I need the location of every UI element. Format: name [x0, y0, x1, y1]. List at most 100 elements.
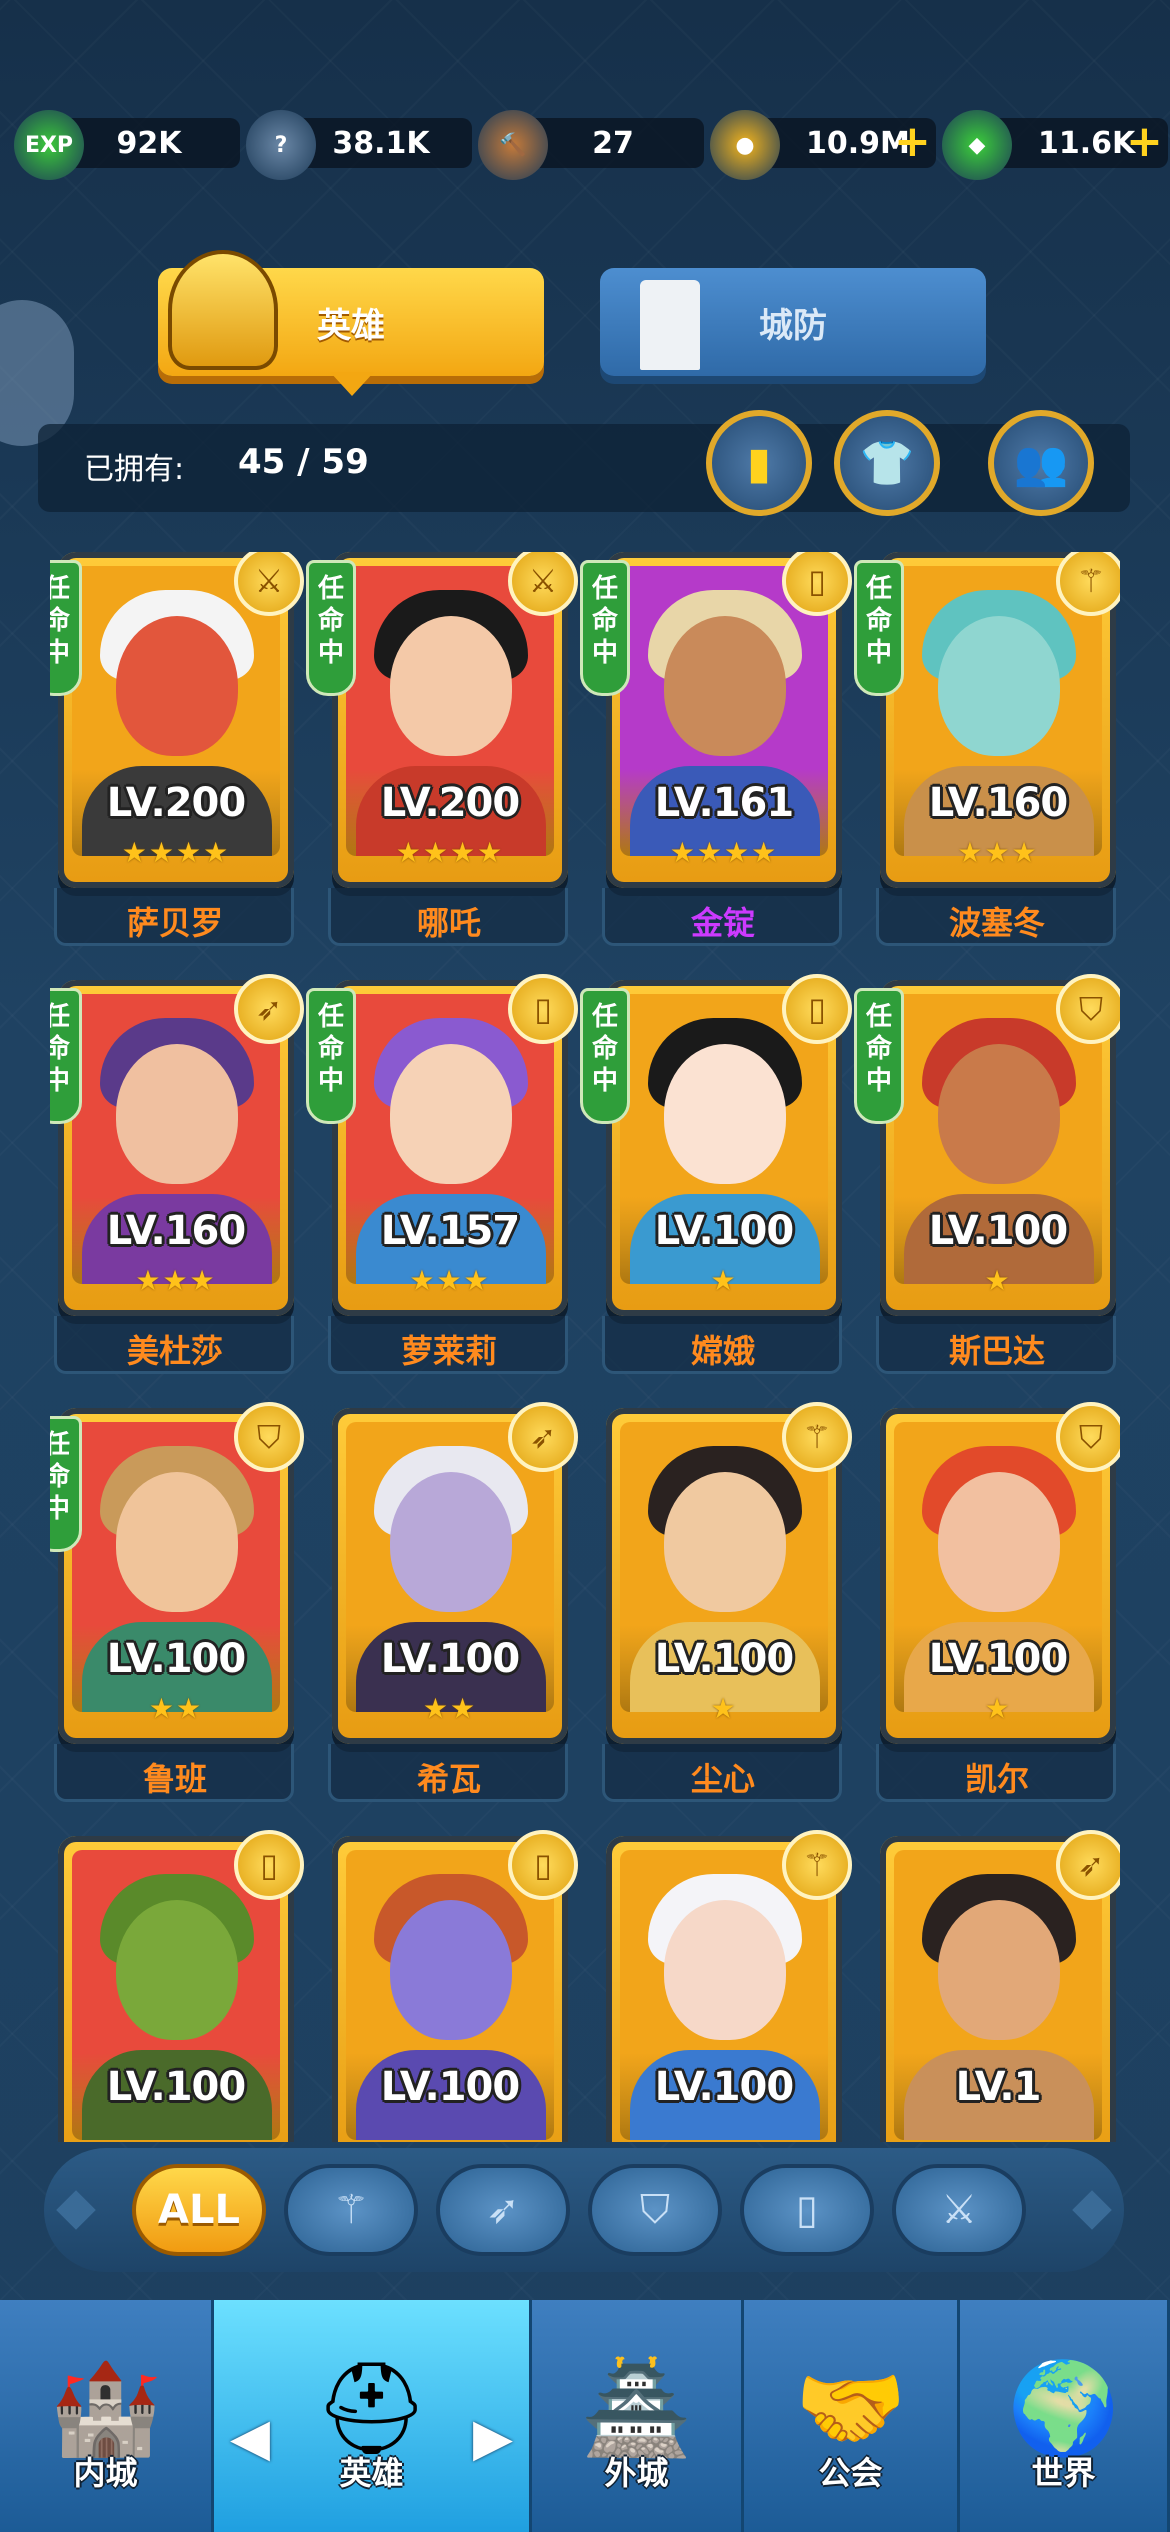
appointed-badge: 任命中 [50, 988, 82, 1124]
hero-stars: ★★★★ [669, 836, 779, 869]
owned-bar: 已拥有: 45 / 59 ▮ 👕 👥 [38, 410, 1130, 516]
shield-icon: ⛉ [1056, 974, 1120, 1044]
hero-card[interactable]: LV.160 ★★★ ⚚ 任命中波塞冬 [854, 552, 1120, 952]
gold-coin-icon: ● [710, 110, 780, 180]
hero-card[interactable]: LV.100 ★★ ➶ 希瓦 [324, 1402, 578, 1808]
hero-card[interactable]: LV.100 ▯ [50, 1830, 304, 2142]
hero-stars: ★★★★ [121, 836, 231, 869]
hero-card[interactable]: LV.160 ★★★ ➶ 任命中美杜莎 [50, 974, 304, 1380]
hero-card[interactable]: LV.100 ★ ▯ 任命中嫦娥 [580, 974, 852, 1380]
resource-value: 27 [592, 125, 634, 161]
tab-defense-label: 城防 [759, 305, 827, 346]
nav-inner-city[interactable]: 🏰 内城 [0, 2300, 214, 2532]
appointed-badge: 任命中 [854, 560, 904, 696]
hero-card[interactable]: LV.100 ★ ⛉ 任命中斯巴达 [854, 974, 1120, 1380]
hero-level: LV.100 [106, 2064, 246, 2110]
resource-value: 92K [116, 125, 182, 161]
nav-hero[interactable]: ⛑ 英雄 ◀ ▶ [214, 2300, 532, 2532]
arrow-left-icon[interactable]: ◀ [230, 2408, 270, 2468]
hero-card-frame: LV.200 ★★★★ ⚔ [332, 552, 578, 888]
hero-stars: ★ [710, 1264, 738, 1297]
hero-card[interactable]: LV.157 ★★★ ▯ 任命中萝莱莉 [306, 974, 578, 1380]
hero-card[interactable]: LV.200 ★★★★ ⚔ 任命中萨贝罗 [50, 552, 304, 952]
skin-button[interactable]: 👕 [834, 410, 940, 516]
sword-icon: ⚔ [234, 552, 304, 616]
hero-card[interactable]: LV.100 ⚚ [598, 1830, 852, 2142]
tombstone-icon: ? [246, 110, 316, 180]
tab-pointer [330, 372, 374, 396]
green-gem-icon: ◆ [942, 110, 1012, 180]
hero-name: 美杜莎 [126, 1332, 223, 1370]
hero-stars: ★★★ [957, 836, 1039, 869]
hero-level: LV.160 [106, 1208, 246, 1254]
hero-stars: ★★★ [135, 1264, 217, 1297]
hero-card-frame: LV.100 ★ ▯ [606, 974, 852, 1316]
hero-face [938, 1900, 1060, 2040]
hero-face [390, 1044, 512, 1184]
hero-group-button[interactable]: 👥 [988, 410, 1094, 516]
filter-staff-button[interactable]: ⚚ [284, 2164, 418, 2256]
filter-sword-button[interactable]: ⚔ [892, 2164, 1026, 2256]
hero-card-frame: LV.157 ★★★ ▯ [332, 974, 578, 1316]
arrow-right-icon[interactable]: ▶ [473, 2408, 513, 2468]
hero-name: 鲁班 [142, 1760, 207, 1798]
nav-label: 内城 [73, 2454, 138, 2492]
add-resource-button[interactable]: + [1126, 120, 1163, 164]
hero-level: LV.100 [380, 2064, 520, 2110]
hero-face [116, 1900, 238, 2040]
nav-guild[interactable]: 🤝 公会 [744, 2300, 960, 2532]
hero-card[interactable]: LV.100 ★★ ⛉ 任命中鲁班 [50, 1402, 304, 1808]
filter-bow-button[interactable]: ➶ [436, 2164, 570, 2256]
hero-stars: ★ [984, 1264, 1012, 1297]
hero-card-frame: LV.1 ➶ [880, 1830, 1120, 2142]
hero-card[interactable]: LV.200 ★★★★ ⚔ 任命中哪吒 [306, 552, 578, 952]
hero-grid: LV.200 ★★★★ ⚔ 任命中萨贝罗 LV.200 ★★★★ ⚔ 任命中哪吒 LV.161 ★… [50, 552, 1120, 2142]
hammer-icon: 🔨 [478, 110, 548, 180]
hero-name: 凯尔 [964, 1760, 1029, 1798]
hero-level: LV.100 [928, 1636, 1068, 1682]
filter-all-button[interactable]: ALL [132, 2164, 266, 2256]
filter-book-button[interactable]: ▯ [740, 2164, 874, 2256]
nav-world[interactable]: 🌍 世界 [960, 2300, 1170, 2532]
hero-card[interactable]: LV.100 ▯ [324, 1830, 578, 2142]
class-filter-bar: ALL ⚚ ➶ ⛉ ▯ ⚔ [44, 2148, 1124, 2272]
hero-stars: ★★ [148, 1692, 204, 1725]
bow-icon: ➶ [508, 1402, 578, 1472]
hero-card[interactable]: LV.100 ★ ⚚ 尘心 [598, 1402, 852, 1808]
hero-level: LV.100 [380, 1636, 520, 1682]
hero-level: LV.100 [106, 1636, 246, 1682]
filter-shield-button[interactable]: ⛉ [588, 2164, 722, 2256]
hero-level: LV.200 [380, 780, 520, 826]
book-icon: ▯ [508, 1830, 578, 1900]
hero-face [664, 1044, 786, 1184]
appointed-badge: 任命中 [580, 560, 630, 696]
hero-card[interactable]: LV.100 ★ ⛉ 凯尔 [872, 1402, 1120, 1808]
book-icon: ▯ [782, 552, 852, 616]
hero-card-frame: LV.160 ★★★ ➶ [58, 974, 304, 1316]
helmet-icon [168, 250, 278, 370]
hero-level: LV.100 [928, 1208, 1068, 1254]
nav-label: 外城 [604, 2454, 669, 2492]
hero-face [938, 616, 1060, 756]
hero-card[interactable]: LV.1 ➶ [872, 1830, 1120, 2142]
heroes-group-icon: 👥 [1013, 438, 1069, 489]
hero-face [664, 616, 786, 756]
staff-icon: ⚚ [782, 1830, 852, 1900]
resource-value: 38.1K [332, 125, 430, 161]
hero-level: LV.100 [654, 1208, 794, 1254]
resource-2: 27 [522, 118, 704, 168]
appointed-badge: 任命中 [580, 988, 630, 1124]
card-album-button[interactable]: ▮ [706, 410, 812, 516]
hero-card[interactable]: LV.161 ★★★★ ▯ 任命中金锭 [580, 552, 852, 952]
hero-level: LV.200 [106, 780, 246, 826]
hero-stars: ★★ [422, 1692, 478, 1725]
hero-card-frame: LV.100 ★ ⛉ [880, 974, 1120, 1316]
hero-card-frame: LV.100 ★ ⛉ [880, 1402, 1120, 1744]
nav-outer-city[interactable]: 🏯 外城 [532, 2300, 744, 2532]
hero-level: LV.1 [955, 2064, 1042, 2110]
diamond-ornament-left [56, 2190, 96, 2230]
bow-icon: ➶ [1056, 1830, 1120, 1900]
add-resource-button[interactable]: + [894, 120, 931, 164]
appointed-badge: 任命中 [50, 1416, 82, 1552]
hero-name: 哪吒 [416, 904, 481, 942]
